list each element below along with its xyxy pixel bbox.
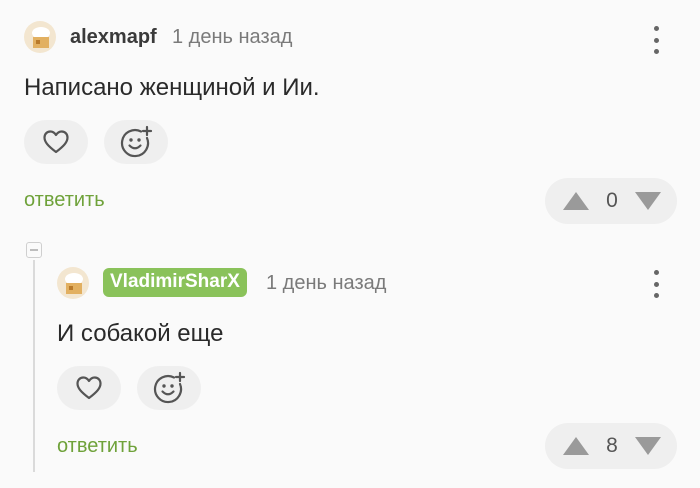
collapse-thread-button[interactable] [26, 242, 42, 258]
smile-plus-icon [120, 125, 153, 158]
thread-line[interactable] [33, 260, 35, 472]
more-vertical-icon[interactable] [646, 270, 666, 298]
smile-plus-icon [153, 371, 186, 404]
reply-button[interactable]: ответить [24, 189, 105, 212]
heart-icon [76, 376, 102, 400]
comment-author[interactable]: alexmapf [70, 26, 157, 49]
arrow-down-icon[interactable] [633, 435, 663, 457]
add-reaction-button[interactable] [104, 120, 168, 164]
rating-count: 0 [606, 189, 618, 212]
heart-icon [43, 130, 69, 154]
rating-count: 8 [606, 434, 618, 457]
comment-text: Написано женщиной и Ии. [24, 74, 320, 101]
arrow-down-icon[interactable] [633, 190, 663, 212]
comment-text: И собакой еще [57, 320, 224, 347]
arrow-up-icon[interactable] [561, 435, 591, 457]
rating-control: 8 [545, 423, 677, 469]
comment-author[interactable]: VladimirSharX [103, 268, 247, 297]
like-button[interactable] [24, 120, 88, 164]
comment-timestamp[interactable]: 1 день назад [266, 272, 386, 295]
comment-timestamp[interactable]: 1 день назад [172, 26, 292, 49]
arrow-up-icon[interactable] [561, 190, 591, 212]
avatar[interactable] [57, 267, 89, 299]
like-button[interactable] [57, 366, 121, 410]
avatar[interactable] [24, 21, 56, 53]
add-reaction-button[interactable] [137, 366, 201, 410]
more-vertical-icon[interactable] [646, 26, 666, 54]
rating-control: 0 [545, 178, 677, 224]
reply-button[interactable]: ответить [57, 435, 138, 458]
